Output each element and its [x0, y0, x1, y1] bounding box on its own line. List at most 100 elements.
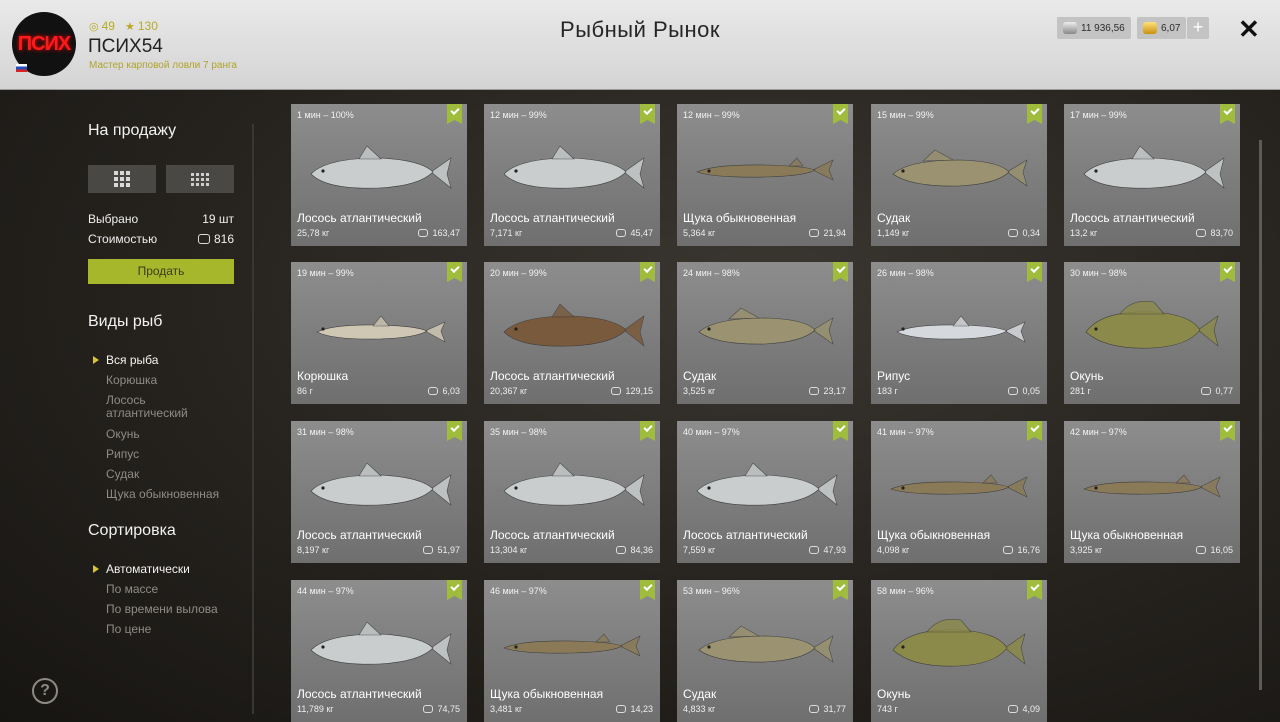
scrollbar[interactable] — [1259, 140, 1262, 690]
sort-by-price[interactable]: По цене — [106, 619, 218, 639]
fish-price-value: 45,47 — [630, 228, 653, 238]
sell-button[interactable]: Продать — [88, 259, 234, 284]
fish-card[interactable]: 46 мин – 97% Щука обыкновенная 3,481 кг 14,… — [484, 580, 660, 722]
selected-check-icon[interactable] — [447, 580, 462, 600]
fish-price-value: 51,97 — [437, 545, 460, 555]
fish-card[interactable]: 15 мин – 99% Судак 1,149 кг 0,34 — [871, 104, 1047, 246]
fish-card[interactable]: 31 мин – 98% Лосось атлантический 8,197 кг… — [291, 421, 467, 563]
selected-check-icon[interactable] — [1027, 580, 1042, 600]
silver-coin-icon — [1063, 22, 1077, 34]
selected-check-icon[interactable] — [447, 104, 462, 124]
filter-pike[interactable]: Щука обыкновенная — [106, 484, 219, 504]
fish-price: 31,77 — [809, 704, 846, 714]
fish-price-value: 31,77 — [823, 704, 846, 714]
fish-image — [503, 303, 645, 347]
fish-name: Судак — [683, 369, 717, 383]
fish-weight: 4,098 кг — [877, 545, 910, 555]
filter-smelt[interactable]: Корюшка — [106, 370, 219, 390]
fish-card[interactable]: 53 мин – 96% Судак 4,833 кг 31,77 — [677, 580, 853, 722]
fish-price-value: 163,47 — [432, 228, 460, 238]
fish-image — [503, 633, 641, 657]
help-icon[interactable]: ? — [32, 678, 58, 704]
fish-card[interactable]: 20 мин – 99% Лосось атлантический 20,367 к… — [484, 262, 660, 404]
selected-check-icon[interactable] — [1027, 104, 1042, 124]
sort-auto[interactable]: Автоматически — [93, 559, 218, 579]
filter-zander[interactable]: Судак — [106, 464, 219, 484]
fish-image — [310, 145, 452, 189]
fish-card[interactable]: 44 мин – 97% Лосось атлантический 11,789 к… — [291, 580, 467, 722]
fish-card[interactable]: 12 мин – 99% Щука обыкновенная 5,364 кг 21,… — [677, 104, 853, 246]
selected-check-icon[interactable] — [447, 262, 462, 282]
filter-all-fish[interactable]: Вся рыба — [92, 350, 219, 370]
silver-coin-icon — [1196, 229, 1207, 237]
fish-image — [503, 145, 645, 189]
fish-name: Лосось атлантический — [297, 211, 422, 225]
selected-check-icon[interactable] — [1220, 421, 1235, 441]
fish-image — [892, 618, 1026, 667]
fish-card[interactable]: 12 мин – 99% Лосось атлантический 7,171 кг… — [484, 104, 660, 246]
silver-coin-icon — [809, 387, 820, 395]
selected-check-icon[interactable] — [640, 262, 655, 282]
selected-check-icon[interactable] — [447, 421, 462, 441]
fish-name: Лосось атлантический — [297, 528, 422, 542]
fish-card[interactable]: 41 мин – 97% Щука обыкновенная 4,098 кг 16,… — [871, 421, 1047, 563]
catch-time: 20 мин – 99% — [490, 268, 547, 278]
fish-name: Лосось атлантический — [490, 528, 615, 542]
selected-check-icon[interactable] — [640, 580, 655, 600]
fish-card[interactable]: 17 мин – 99% Лосось атлантический 13,2 кг 8… — [1064, 104, 1240, 246]
fish-card[interactable]: 40 мин – 97% Лосось атлантический 7,559 кг… — [677, 421, 853, 563]
fish-card[interactable]: 35 мин – 98% Лосось атлантический 13,304 к… — [484, 421, 660, 563]
fish-price-value: 47,93 — [823, 545, 846, 555]
filter-ripus[interactable]: Рипус — [106, 444, 219, 464]
selected-check-icon[interactable] — [833, 421, 848, 441]
sort-heading: Сортировка — [88, 522, 176, 539]
catch-time: 31 мин – 98% — [297, 427, 354, 437]
fish-weight: 4,833 кг — [683, 704, 716, 714]
fish-card[interactable]: 58 мин – 96% Окунь 743 г 4,09 — [871, 580, 1047, 722]
fish-image — [696, 462, 838, 506]
filter-perch[interactable]: Окунь — [106, 424, 219, 444]
fish-card[interactable]: 26 мин – 98% Рипус 183 г 0,05 — [871, 262, 1047, 404]
fish-price-value: 0,77 — [1215, 386, 1233, 396]
fish-price: 0,34 — [1008, 228, 1040, 238]
small-grid-view-button[interactable] — [166, 165, 234, 193]
fish-price: 14,23 — [616, 704, 653, 714]
fish-weight: 86 г — [297, 386, 313, 396]
fish-image — [310, 621, 452, 665]
fish-image — [1083, 145, 1225, 189]
silver-coin-icon — [197, 234, 210, 244]
fish-price: 21,94 — [809, 228, 846, 238]
selected-check-icon[interactable] — [1027, 421, 1042, 441]
selected-check-icon[interactable] — [640, 421, 655, 441]
selected-check-icon[interactable] — [1220, 104, 1235, 124]
large-grid-view-button[interactable] — [88, 165, 156, 193]
selected-check-icon[interactable] — [1027, 262, 1042, 282]
fish-price: 83,70 — [1196, 228, 1233, 238]
fish-price-value: 129,15 — [625, 386, 653, 396]
fish-weight: 25,78 кг — [297, 228, 330, 238]
silver-coin-icon — [1008, 387, 1019, 395]
silver-value: 11 936,56 — [1081, 22, 1125, 34]
sort-by-catch-time[interactable]: По времени вылова — [106, 599, 218, 619]
selected-check-icon[interactable] — [640, 104, 655, 124]
gold-value: 6,07 — [1161, 22, 1181, 34]
fish-price-value: 16,05 — [1210, 545, 1233, 555]
fish-name: Щука обыкновенная — [1070, 528, 1184, 542]
fish-price-value: 0,05 — [1022, 386, 1040, 396]
fish-card[interactable]: 1 мин – 100% Лосось атлантический 25,78 кг… — [291, 104, 467, 246]
close-icon[interactable]: ✕ — [1238, 14, 1260, 45]
fish-card[interactable]: 30 мин – 98% Окунь 281 г 0,77 — [1064, 262, 1240, 404]
fish-card[interactable]: 19 мин – 99% Корюшка 86 г 6,03 — [291, 262, 467, 404]
fish-card[interactable]: 24 мин – 98% Судак 3,525 кг 23,17 — [677, 262, 853, 404]
selected-check-icon[interactable] — [833, 262, 848, 282]
sort-by-weight[interactable]: По массе — [106, 579, 218, 599]
add-gold-button[interactable]: + — [1187, 17, 1209, 39]
selected-check-icon[interactable] — [833, 104, 848, 124]
cost-value: 816 — [213, 232, 234, 246]
selected-check-icon[interactable] — [1220, 262, 1235, 282]
fish-price-value: 16,76 — [1017, 545, 1040, 555]
selected-check-icon[interactable] — [833, 580, 848, 600]
filter-atlantic-salmon[interactable]: Лосось атлантический — [106, 390, 206, 424]
fish-weight: 3,525 кг — [683, 386, 716, 396]
fish-card[interactable]: 42 мин – 97% Щука обыкновенная 3,925 кг 16,… — [1064, 421, 1240, 563]
